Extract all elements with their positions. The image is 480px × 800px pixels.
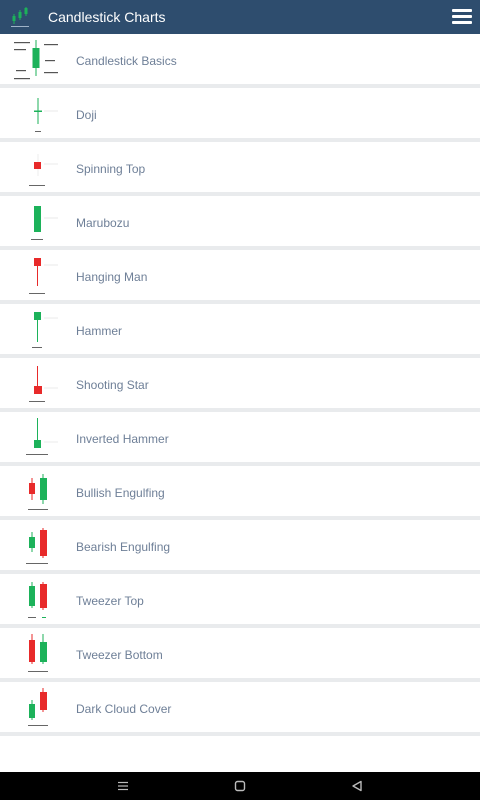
list-item-hanging-man[interactable]: Hanging Man <box>0 250 480 304</box>
hamburger-menu-icon[interactable] <box>452 9 472 25</box>
inverted-hammer-icon <box>26 418 58 455</box>
list-item-bearish-engulfing[interactable]: Bearish Engulfing <box>0 520 480 574</box>
dark-cloud-cover-icon <box>28 688 48 726</box>
home-icon[interactable] <box>220 772 260 800</box>
marubozu-icon <box>31 206 58 240</box>
list-item-shooting-star[interactable]: Shooting Star <box>0 358 480 412</box>
system-nav-bar <box>0 772 480 800</box>
spinning-top-icon <box>29 154 58 186</box>
bullish-engulfing-icon <box>28 474 48 510</box>
bearish-engulfing-icon <box>26 528 48 564</box>
pattern-list: Candlestick Basics Doji Spinning Top Mar… <box>0 34 480 736</box>
hanging-man-icon <box>29 258 58 294</box>
tweezer-top-icon <box>28 582 47 618</box>
app-bar: Candlestick Charts <box>0 0 480 34</box>
list-item-label: Marubozu <box>76 216 130 230</box>
list-item-label: Shooting Star <box>76 378 149 392</box>
list-item-label: Tweezer Top <box>76 594 144 608</box>
list-item-label: Hammer <box>76 324 123 338</box>
list-item-label: Bullish Engulfing <box>76 486 165 500</box>
back-icon[interactable] <box>337 772 377 800</box>
shooting-star-icon <box>29 366 58 402</box>
tweezer-bottom-icon <box>28 634 48 672</box>
candlestick-basics-icon <box>14 40 58 80</box>
list-item-tweezer-bottom[interactable]: Tweezer Bottom <box>0 628 480 682</box>
list-item-label: Bearish Engulfing <box>76 540 171 554</box>
list-item-tweezer-top[interactable]: Tweezer Top <box>0 574 480 628</box>
hammer-icon <box>32 312 58 348</box>
app-title: Candlestick Charts <box>48 9 166 25</box>
list-item-inverted-hammer[interactable]: Inverted Hammer <box>0 412 480 466</box>
list-item-label: Spinning Top <box>76 162 146 176</box>
list-item-spinning-top[interactable]: Spinning Top <box>0 142 480 196</box>
list-item-candlestick-basics[interactable]: Candlestick Basics <box>0 34 480 88</box>
list-item-label: Doji <box>76 108 97 122</box>
list-item-bullish-engulfing[interactable]: Bullish Engulfing <box>0 466 480 520</box>
list-item-label: Candlestick Basics <box>76 54 177 68</box>
list-item-label: Inverted Hammer <box>76 432 169 446</box>
list-item-marubozu[interactable]: Marubozu <box>0 196 480 250</box>
doji-icon <box>34 98 58 132</box>
list-item-dark-cloud-cover[interactable]: Dark Cloud Cover <box>0 682 480 736</box>
list-item-label: Hanging Man <box>76 270 148 284</box>
list-item-hammer[interactable]: Hammer <box>0 304 480 358</box>
list-item-label: Dark Cloud Cover <box>76 702 172 716</box>
list-item-label: Tweezer Bottom <box>76 648 163 662</box>
candlestick-logo-icon <box>11 7 29 27</box>
recents-icon[interactable] <box>103 772 143 800</box>
list-item-doji[interactable]: Doji <box>0 88 480 142</box>
